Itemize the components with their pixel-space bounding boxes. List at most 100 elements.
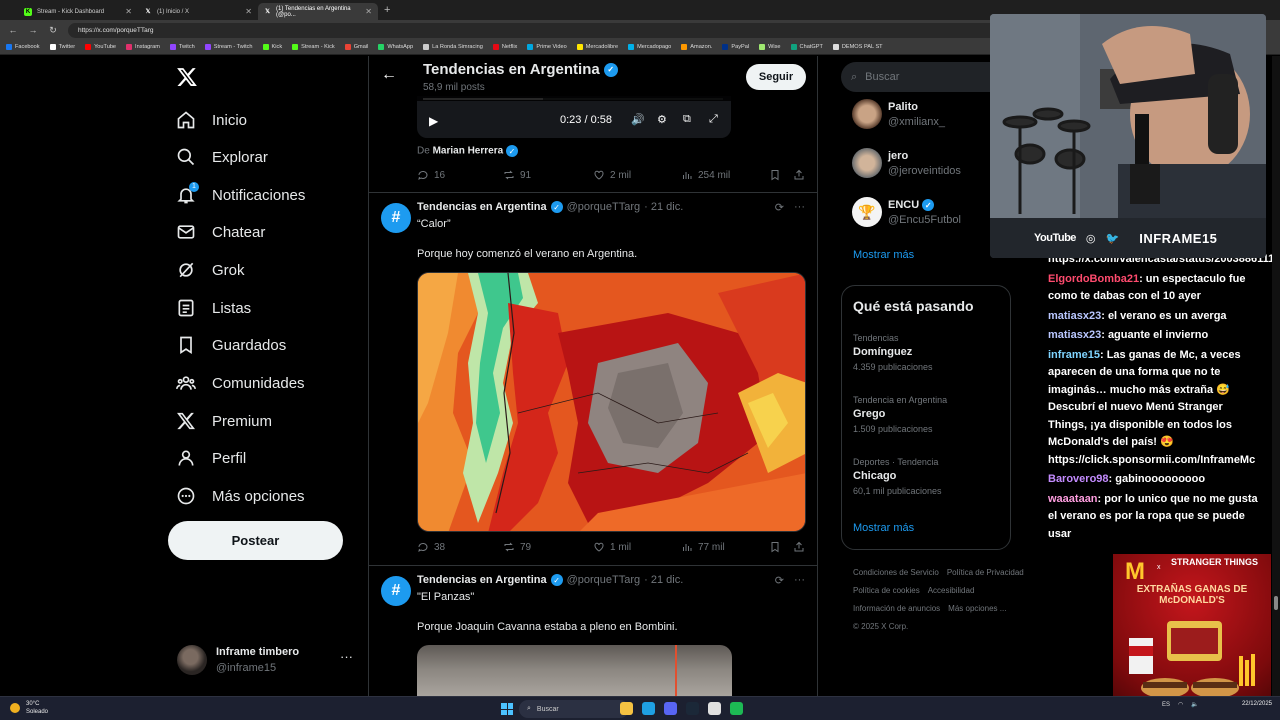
bookmark-item[interactable]: La Ronda Simracing (423, 44, 483, 50)
footer-link[interactable]: Política de cookies (853, 586, 920, 595)
bookmark-item[interactable]: Amazon. (681, 44, 712, 50)
author-handle[interactable]: @porqueTTarg (567, 574, 641, 586)
bookmark-item[interactable]: Mercadolibre (576, 44, 618, 50)
bookmark-button[interactable] (769, 169, 781, 181)
bookmark-item[interactable]: ChatGPT (790, 44, 823, 50)
nav-item-perfil[interactable]: Perfil (176, 443, 246, 473)
play-icon[interactable]: ▶ (429, 114, 438, 128)
grok-icon[interactable]: ⟳ (775, 574, 784, 587)
tab-kick-dashboard[interactable]: K Stream - Kick Dashboard ✕ (18, 3, 138, 20)
page-scrollbar[interactable] (1272, 56, 1280, 696)
taskbar-clock[interactable]: 22/12/2025 (1230, 700, 1272, 708)
trends-show-more-link[interactable]: Mostrar más (853, 522, 914, 534)
weather-widget[interactable]: 30°C Soleado (10, 700, 48, 716)
chat-username[interactable]: inframe15 (1048, 349, 1100, 361)
spotify-icon[interactable] (730, 702, 743, 715)
video-player[interactable]: ▶ 0:23 / 0:58 🔊 ⚙ ⧉ ⤢ (417, 96, 731, 138)
chat-username[interactable]: ElgordoBomba21 (1048, 273, 1139, 285)
footer-link[interactable]: Más opciones ... (948, 604, 1006, 613)
like-button[interactable]: 1 mil (593, 541, 631, 553)
bookmark-item[interactable]: Kick (262, 44, 282, 50)
reply-button[interactable]: 38 (417, 541, 445, 553)
footer-link[interactable]: Condiciones de Servicio (853, 568, 939, 577)
back-arrow-icon[interactable]: ← (381, 66, 397, 84)
footer-link[interactable]: Accesibilidad (928, 586, 975, 595)
discord-icon[interactable] (664, 702, 677, 715)
hashtag-avatar[interactable]: # (381, 203, 411, 233)
files-icon[interactable] (620, 702, 633, 715)
chat-username[interactable]: waaataan (1048, 493, 1098, 505)
more-icon[interactable]: ··· (794, 574, 805, 587)
windows-start-icon[interactable] (501, 703, 513, 715)
bookmark-item[interactable]: DEMOS PAL ST (832, 44, 883, 50)
nav-item-chatear[interactable]: Chatear (176, 217, 265, 247)
chat-username[interactable]: Barovero98 (1048, 473, 1109, 485)
nav-item-mas-opciones[interactable]: Más opciones (176, 481, 305, 511)
share-button[interactable] (793, 169, 805, 181)
trend-item[interactable]: Tendencias Domínguez 4.359 publicaciones (853, 333, 1013, 372)
views-button[interactable]: 254 mil (681, 169, 730, 181)
nav-item-grok[interactable]: Grok (176, 255, 245, 285)
pip-icon[interactable]: ⧉ (683, 113, 691, 126)
tweet-date[interactable]: · 21 dic. (644, 201, 683, 213)
share-button[interactable] (793, 541, 805, 553)
volume-icon[interactable]: 🔊 (631, 113, 645, 126)
volume-icon[interactable]: 🔈 (1191, 701, 1198, 708)
author-name[interactable]: Tendencias en Argentina (417, 574, 547, 586)
bookmark-item[interactable]: Netflix (492, 44, 517, 50)
bookmark-item[interactable]: YouTube (85, 44, 116, 50)
forward-arrow-icon[interactable]: → (28, 25, 38, 35)
bookmark-item[interactable]: Twitter (49, 44, 75, 50)
tweet-image[interactable] (417, 645, 732, 696)
source-name[interactable]: Marian Herrera (433, 146, 504, 157)
more-icon[interactable]: ··· (340, 649, 353, 664)
taskbar-search[interactable]: ⌕ Buscar (519, 700, 629, 718)
post-button[interactable]: Postear (168, 521, 343, 560)
hashtag-avatar[interactable]: # (381, 576, 411, 606)
heat-map-image[interactable] (417, 272, 806, 532)
nav-item-comunidades[interactable]: Comunidades (176, 368, 305, 398)
footer-link[interactable]: Política de Privacidad (947, 568, 1024, 577)
reply-button[interactable]: 16 (417, 169, 445, 181)
tab-x-inicio[interactable]: 𝕏 (1) Inicio / X ✕ (138, 3, 258, 20)
scrollbar-thumb[interactable] (1274, 596, 1278, 610)
wifi-icon[interactable]: ◠ (1178, 701, 1183, 708)
settings-icon[interactable]: ⚙ (657, 113, 667, 126)
trend-item[interactable]: Deportes · Tendencia Chicago 60,1 mil pu… (853, 457, 1013, 496)
tab-close-icon[interactable]: ✕ (125, 7, 132, 16)
tab-tendencias[interactable]: 𝕏 (1) Tendencias en Argentina (@po... ✕ (258, 3, 378, 20)
nav-item-listas[interactable]: Listas (176, 293, 251, 323)
repost-button[interactable]: 79 (503, 541, 531, 553)
capcut-icon[interactable] (708, 702, 721, 715)
chat-username[interactable]: matiasx23 (1048, 310, 1101, 322)
trend-item[interactable]: Tendencia en Argentina Grego 1.509 publi… (853, 395, 1013, 434)
nav-item-inicio[interactable]: Inicio (176, 105, 247, 135)
author-name[interactable]: Tendencias en Argentina (417, 201, 547, 213)
chat-username[interactable]: matiasx23 (1048, 329, 1101, 341)
who-to-follow-item[interactable]: Palito @xmilianx_ (840, 99, 1010, 139)
nav-item-premium[interactable]: Premium (176, 406, 272, 436)
search-box[interactable]: ⌕ Buscar (841, 62, 1011, 92)
bookmark-item[interactable]: WhatsApp (378, 44, 413, 50)
bookmark-item[interactable]: Mercadopago (628, 44, 671, 50)
more-icon[interactable]: ··· (794, 201, 805, 214)
like-button[interactable]: 2 mil (593, 169, 631, 181)
bookmark-button[interactable] (769, 541, 781, 553)
bookmark-item[interactable]: Stream - Kick (292, 44, 335, 50)
x-logo-icon[interactable] (176, 66, 198, 90)
account-switcher[interactable]: Inframe timbero @inframe15 ··· (177, 645, 357, 677)
new-tab-button[interactable]: + (384, 4, 390, 16)
tweet[interactable]: # Tendencias en Argentina ✓ @porqueTTarg… (369, 192, 817, 565)
views-button[interactable]: 77 mil (681, 541, 725, 553)
taskbar-search-input[interactable]: Buscar (537, 706, 559, 713)
bookmark-item[interactable]: Prime Video (527, 44, 567, 50)
grok-icon[interactable]: ⟳ (775, 201, 784, 214)
who-to-follow-item[interactable]: jero @jeroveintidos (840, 148, 1010, 188)
nav-item-guardados[interactable]: Guardados (176, 330, 286, 360)
bookmark-item[interactable]: Gmail (344, 44, 368, 50)
bookmark-item[interactable]: Stream - Twitch (204, 44, 253, 50)
tab-close-icon[interactable]: ✕ (365, 7, 372, 16)
language-indicator[interactable]: ES (1162, 702, 1170, 708)
url-input[interactable]: https://x.com/porqueTTarg (68, 22, 998, 38)
steam-icon[interactable] (686, 702, 699, 715)
